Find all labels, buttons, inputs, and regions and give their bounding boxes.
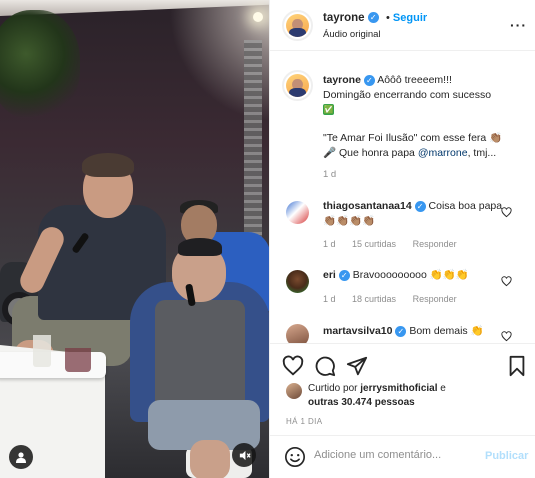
caption-author-avatar[interactable] [282,70,313,101]
comment-text: eri ✓ Bravooooooooo 👏👏👏 [323,268,503,283]
commenter-username[interactable]: eri [323,269,336,281]
comment-input[interactable] [314,449,474,461]
photo-singer-left-hair [82,153,134,177]
post-actions: Curtido por jerrysmithoficial e outras 3… [270,343,535,477]
author-name-row: tayrone ✓ [323,12,379,24]
liker-username[interactable]: jerrysmithoficial [360,383,437,394]
post-date[interactable]: HÁ 1 DIA [286,417,323,426]
comment-meta: 1 d 18 curtidas Responder [323,294,471,304]
photo-cup [33,335,51,367]
commenter-username[interactable]: thiagosantanaa14 [323,200,412,212]
follow-separator: • [386,12,390,24]
caption-line-2: Domingão encerrando com sucesso [323,88,492,101]
comment-icon[interactable] [314,355,336,377]
caption-line-5-suffix: , tmj... [467,146,497,159]
post-side-panel: tayrone ✓ • Seguir Áudio original ··· ta… [269,0,535,478]
verified-badge-icon: ✓ [395,325,407,337]
liker-avatar[interactable] [286,383,302,399]
comment-text: martavsilva10 ✓ Bom demais 👏 [323,324,503,339]
comment-time[interactable]: 1 d [323,239,336,249]
caption-line-4: "Te Amar Foi Ilusão" com esse fera 👏🏽 [323,132,503,144]
reply-button[interactable]: Responder [413,239,457,249]
comment-likes[interactable]: 18 curtidas [352,294,396,304]
photo-pole [244,40,262,240]
verified-badge-icon: ✓ [338,269,350,281]
liked-by-text: Curtido por jerrysmithoficial e outras 3… [308,382,523,409]
comment-like-heart-icon[interactable] [501,276,512,287]
comment-like-heart-icon[interactable] [501,331,512,342]
user-tag-icon [16,452,26,463]
mention-link[interactable]: @marrone [418,147,468,159]
comment-like-heart-icon[interactable] [501,207,512,218]
caption-timestamp[interactable]: 1 d [323,169,336,180]
photo-singer-right-shirt [155,300,245,410]
photo-cup-drink [65,348,91,372]
author-username[interactable]: tayrone [323,12,365,24]
caption-line-3: ✅ [323,104,334,115]
photo-singer-right-cap [178,238,222,256]
caption-author-avatar-image [286,74,309,97]
publish-button[interactable]: Publicar [485,450,528,462]
commenter-avatar[interactable] [286,270,309,293]
comment-likes[interactable]: 15 curtidas [352,239,396,249]
comment-meta: 1 d 15 curtidas Responder [323,239,471,249]
liked-by-mid: e [437,383,446,394]
bookmark-icon[interactable] [506,355,528,377]
commenter-avatar[interactable] [286,201,309,224]
post-photo[interactable] [0,0,269,478]
share-icon[interactable] [346,355,368,377]
liked-by-prefix: Curtido por [308,383,361,394]
photo-singer-right-leg [190,440,230,478]
likes-count[interactable]: outras 30.474 pessoas [308,397,415,408]
post-caption: tayrone ✓ Aôôô treeeem!!! Domingão encer… [323,73,523,160]
photo-tree [0,10,80,120]
verified-badge-icon: ✓ [367,12,379,24]
caption-username[interactable]: tayrone [323,74,361,86]
follow-button[interactable]: • Seguir [386,12,427,24]
comment-text: thiagosantanaa14 ✓ Coisa boa papa 👏🏽👏🏽👏🏽… [323,199,503,228]
comment-time[interactable]: 1 d [323,294,336,304]
commenter-username[interactable]: martavsilva10 [323,325,392,337]
comment-box: Publicar [270,435,535,478]
verified-badge-icon: ✓ [363,74,375,86]
heart-icon[interactable] [282,355,304,377]
emoji-icon[interactable] [284,446,306,468]
mute-button[interactable] [232,443,256,467]
more-horizontal-icon[interactable]: ··· [510,17,527,33]
muted-speaker-icon [239,450,251,460]
caption-line-5-prefix: 🎤 Que honra papa [323,146,418,159]
original-audio-link[interactable]: Áudio original [323,29,381,40]
comment-body: Bravooooooooo 👏👏👏 [352,269,469,281]
comment-body: Bom demais 👏 [409,325,484,337]
comment-item: martavsilva10 ✓ Bom demais 👏 [270,324,535,343]
post-header: tayrone ✓ • Seguir Áudio original ··· [270,0,535,51]
follow-label: Seguir [392,12,428,24]
commenter-avatar[interactable] [286,324,309,343]
author-avatar-image [286,14,309,37]
author-avatar[interactable] [282,10,313,41]
user-tag-button[interactable] [9,445,33,469]
verified-badge-icon: ✓ [414,200,426,212]
reply-button[interactable]: Responder [413,294,457,304]
photo-lamp [253,12,263,22]
caption-line-1: Aôôô treeeem!!! [377,74,452,86]
